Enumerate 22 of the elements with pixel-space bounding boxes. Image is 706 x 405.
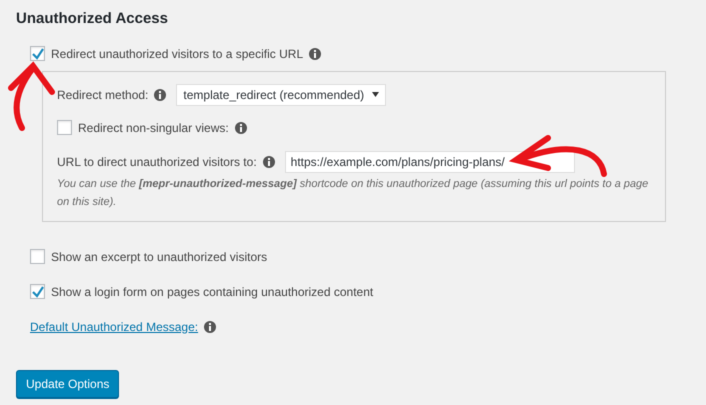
checkbox[interactable] [30,284,45,299]
checkbox-label: Show an excerpt to unauthorized visitors [51,248,268,266]
message-link[interactable]: Default Unauthorized Message: [30,318,198,336]
url-field[interactable]: https://example.com/plans/pricing-plans/ [284,150,575,172]
info-icon [234,122,247,134]
help-text: You can use the [mepr-unauthorized-message] shortcode on this unauthorized page (assuming this url points to a page on this site). [57,176,650,210]
checkbox-label: Redirect non-singular views: [78,120,229,136]
update-button[interactable]: Update Options [16,370,120,398]
info-icon [309,48,322,60]
caret-icon [372,92,380,97]
checkbox-label: Show a login form on pages containing unauthorized content [51,284,374,300]
method-select[interactable]: template_redirect (recommended) [176,84,386,106]
checkbox[interactable] [30,249,45,264]
info-icon [204,320,216,332]
checkbox[interactable] [30,46,45,61]
checkbox-label: Redirect unauthorized visitors to a specific URL [51,46,304,62]
info-icon [262,156,275,168]
section-title: Unauthorized Access [16,9,169,29]
checkbox[interactable] [57,120,72,135]
field-label: Redirect method: [57,86,148,104]
field-label: URL to direct unauthorized visitors to: [57,154,257,170]
info-icon [154,88,166,100]
